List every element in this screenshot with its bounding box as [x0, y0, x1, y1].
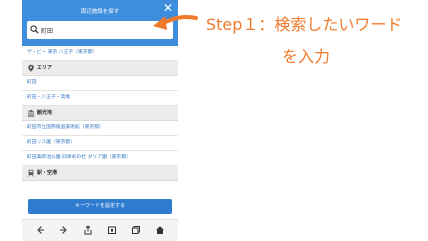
section-label: 観光地 — [37, 110, 53, 116]
back-icon[interactable] — [35, 225, 45, 235]
annotation-arrow-icon — [153, 14, 198, 30]
section-label: 駅・空港 — [37, 170, 58, 176]
forward-icon[interactable] — [59, 225, 69, 235]
list-item[interactable]: 町田市立国際版画美術館（東京都） — [22, 121, 178, 136]
section-label: エリア — [37, 65, 53, 71]
building-icon — [27, 109, 35, 117]
section-header-station: 駅・空港 — [22, 166, 178, 181]
phone-screen: 周辺施設を探す ✕ 町田 ザ・ビー 東京 八王子（東京都） エリア 町田 町田・… — [22, 0, 178, 241]
list-item-label: 町田市立国際版画美術館（東京都） — [27, 125, 104, 130]
browser-toolbar — [22, 219, 178, 241]
list-item-label: ザ・ビー 東京 八王子（東京都） — [27, 50, 98, 55]
list-item[interactable]: 町田薬師池公園 四季彩の杜 ダリア園（東京都） — [22, 151, 178, 166]
search-value: 町田 — [41, 28, 54, 35]
set-keyword-button[interactable]: キーワードを設定する — [28, 199, 172, 214]
list-item-label: 町田 — [27, 80, 37, 85]
pin-icon — [28, 64, 34, 72]
list-item[interactable]: 町田・八王子・高尾 — [22, 91, 178, 106]
section-header-sightseeing: 観光地 — [22, 106, 178, 121]
tabs-icon[interactable] — [131, 225, 141, 235]
annotation-step-text-continued: を入力 — [282, 47, 331, 66]
list-item-label: 町田リス園（東京都） — [27, 140, 75, 145]
list-item-label: 町田薬師池公園 四季彩の杜 ダリア園（東京都） — [27, 155, 131, 160]
section-header-area: エリア — [22, 61, 178, 76]
suggestion-list: ザ・ビー 東京 八王子（東京都） エリア 町田 町田・八王子・高尾 観光地 町田… — [22, 46, 178, 181]
train-icon — [28, 169, 34, 177]
home-icon[interactable] — [155, 225, 165, 235]
annotation-step-text: Step１：検索したいワード — [206, 15, 403, 34]
search-icon — [30, 25, 39, 34]
share-icon[interactable] — [83, 225, 93, 235]
list-item-label: 町田・八王子・高尾 — [27, 95, 71, 100]
list-item[interactable]: 町田リス園（東京都） — [22, 136, 178, 151]
bookmarks-icon[interactable] — [107, 225, 117, 235]
list-item[interactable]: ザ・ビー 東京 八王子（東京都） — [22, 46, 178, 61]
list-item[interactable]: 町田 — [22, 76, 178, 91]
